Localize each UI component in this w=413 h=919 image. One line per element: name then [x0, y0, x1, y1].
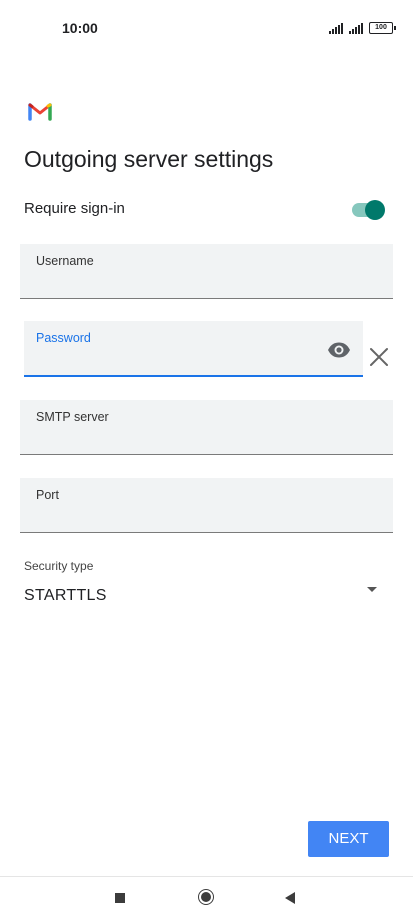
gmail-logo: [28, 103, 52, 121]
nav-home-icon[interactable]: [198, 889, 214, 905]
smtp-server-field[interactable]: SMTP server: [20, 400, 393, 455]
require-signin-toggle[interactable]: [352, 200, 386, 220]
eye-icon[interactable]: [327, 341, 351, 359]
nav-back-icon[interactable]: [285, 892, 295, 904]
battery-icon: 100: [369, 22, 396, 34]
signal-icon: [329, 22, 343, 34]
close-icon[interactable]: [368, 346, 390, 368]
next-button[interactable]: NEXT: [308, 821, 389, 857]
require-signin-label: Require sign-in: [24, 200, 125, 217]
security-type-select[interactable]: STARTTLS: [24, 587, 107, 605]
status-icons: 100: [329, 22, 396, 34]
nav-square-icon[interactable]: [115, 893, 125, 903]
username-label: Username: [36, 254, 94, 268]
toggle-thumb: [365, 200, 385, 220]
security-type-label: Security type: [24, 559, 94, 573]
nav-divider: [0, 876, 413, 877]
signal-icon: [349, 22, 363, 34]
dropdown-arrow-icon[interactable]: [367, 587, 377, 592]
port-field[interactable]: Port: [20, 478, 393, 533]
page-title: Outgoing server settings: [24, 146, 274, 172]
smtp-server-label: SMTP server: [36, 410, 109, 424]
password-label: Password: [36, 331, 91, 345]
username-field[interactable]: Username: [20, 244, 393, 299]
password-field[interactable]: Password: [24, 321, 363, 377]
status-time: 10:00: [62, 20, 98, 36]
port-label: Port: [36, 488, 59, 502]
